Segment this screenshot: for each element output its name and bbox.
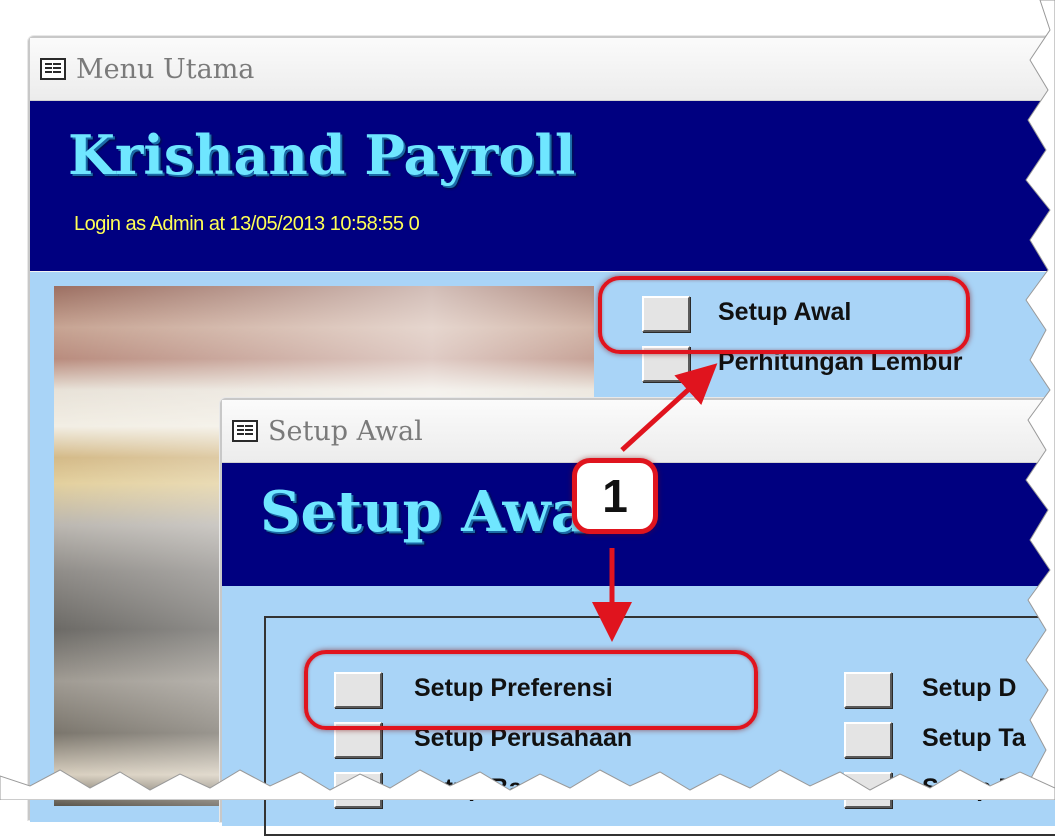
window-system-icon[interactable]: [232, 420, 258, 442]
main-window-title: Menu Utama: [76, 53, 255, 85]
window-system-icon[interactable]: [40, 58, 66, 80]
setup-bank-label[interactable]: Setup Bank: [414, 774, 552, 803]
setup-ta-label[interactable]: Setup Ta: [922, 724, 1026, 753]
setup-d-label[interactable]: Setup D: [922, 674, 1016, 703]
main-titlebar[interactable]: Menu Utama: [30, 38, 1055, 101]
step-callout: 1: [572, 458, 658, 534]
setup-window-title: Setup Awal: [268, 415, 423, 447]
setup-titlebar[interactable]: Setup Awal: [222, 400, 1055, 463]
setup-ta-button[interactable]: [844, 722, 892, 758]
login-status: Login as Admin at 13/05/2013 10:58:55 0: [74, 213, 420, 235]
setup-bank-button[interactable]: [334, 772, 382, 808]
main-banner: Krishand Payroll Login as Admin at 13/05…: [30, 101, 1055, 271]
highlight-setup-awal: [598, 276, 970, 354]
setup-banner-title: Setup Awal: [260, 479, 609, 545]
setup-ma-button[interactable]: [844, 772, 892, 808]
setup-ma-label[interactable]: Setup Ma: [922, 774, 1033, 803]
setup-d-button[interactable]: [844, 672, 892, 708]
app-title: Krishand Payroll: [68, 123, 576, 187]
highlight-setup-preferensi: [304, 650, 758, 730]
